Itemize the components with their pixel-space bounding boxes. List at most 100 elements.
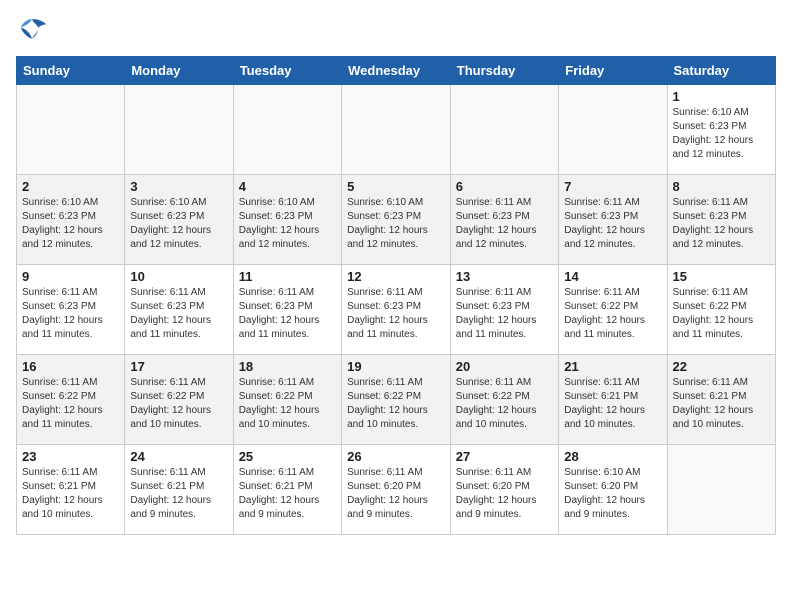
- day-number: 17: [130, 359, 227, 374]
- day-info: Sunrise: 6:11 AM Sunset: 6:23 PM Dayligh…: [130, 286, 227, 342]
- day-info: Sunrise: 6:11 AM Sunset: 6:21 PM Dayligh…: [130, 466, 227, 522]
- calendar-day-cell: 26 Sunrise: 6:11 AM Sunset: 6:20 PM Dayli…: [342, 445, 451, 535]
- calendar-week-row: 9 Sunrise: 6:11 AM Sunset: 6:23 PM Daylig…: [17, 265, 776, 355]
- calendar-day-cell: 20Sunrise: 6:11 AM Sunset: 6:22 PM Dayli…: [450, 355, 558, 445]
- day-info: Sunrise: 6:10 AM Sunset: 6:23 PM Dayligh…: [239, 196, 336, 252]
- day-number: 2: [22, 179, 119, 194]
- day-info: Sunrise: 6:11 AM Sunset: 6:22 PM Dayligh…: [347, 376, 445, 432]
- day-number: 7: [564, 179, 661, 194]
- day-info: Sunrise: 6:11 AM Sunset: 6:23 PM Dayligh…: [22, 286, 119, 342]
- day-number: 9: [22, 269, 119, 284]
- day-info: Sunrise: 6:11 AM Sunset: 6:22 PM Dayligh…: [564, 286, 661, 342]
- day-number: 18: [239, 359, 336, 374]
- day-info: Sunrise: 6:11 AM Sunset: 6:22 PM Dayligh…: [673, 286, 771, 342]
- weekday-header-tuesday: Tuesday: [233, 57, 341, 85]
- weekday-header-row: SundayMondayTuesdayWednesdayThursdayFrid…: [17, 57, 776, 85]
- calendar-day-cell: 7 Sunrise: 6:11 AM Sunset: 6:23 PM Daylig…: [559, 175, 667, 265]
- calendar-day-cell: 16Sunrise: 6:11 AM Sunset: 6:22 PM Dayli…: [17, 355, 125, 445]
- calendar-day-cell: 10 Sunrise: 6:11 AM Sunset: 6:23 PM Dayli…: [125, 265, 233, 355]
- day-number: 8: [673, 179, 771, 194]
- day-info: Sunrise: 6:10 AM Sunset: 6:23 PM Dayligh…: [130, 196, 227, 252]
- day-info: Sunrise: 6:11 AM Sunset: 6:23 PM Dayligh…: [564, 196, 661, 252]
- calendar-day-cell: [125, 85, 233, 175]
- day-number: 6: [456, 179, 553, 194]
- day-number: 1: [673, 89, 771, 104]
- day-number: 19: [347, 359, 445, 374]
- day-info: Sunrise: 6:11 AM Sunset: 6:21 PM Dayligh…: [239, 466, 336, 522]
- day-info: Sunrise: 6:11 AM Sunset: 6:22 PM Dayligh…: [456, 376, 553, 432]
- calendar-week-row: 16Sunrise: 6:11 AM Sunset: 6:22 PM Dayli…: [17, 355, 776, 445]
- weekday-header-saturday: Saturday: [667, 57, 776, 85]
- day-number: 10: [130, 269, 227, 284]
- day-info: Sunrise: 6:10 AM Sunset: 6:20 PM Dayligh…: [564, 466, 661, 522]
- calendar-day-cell: 2 Sunrise: 6:10 AM Sunset: 6:23 PM Daylig…: [17, 175, 125, 265]
- calendar-day-cell: 9 Sunrise: 6:11 AM Sunset: 6:23 PM Daylig…: [17, 265, 125, 355]
- calendar-day-cell: 12 Sunrise: 6:11 AM Sunset: 6:23 PM Dayli…: [342, 265, 451, 355]
- calendar-day-cell: [342, 85, 451, 175]
- day-info: Sunrise: 6:10 AM Sunset: 6:23 PM Dayligh…: [673, 106, 771, 162]
- calendar-day-cell: 15 Sunrise: 6:11 AM Sunset: 6:22 PM Dayli…: [667, 265, 776, 355]
- day-info: Sunrise: 6:11 AM Sunset: 6:23 PM Dayligh…: [456, 286, 553, 342]
- day-info: Sunrise: 6:10 AM Sunset: 6:23 PM Dayligh…: [22, 196, 119, 252]
- calendar-day-cell: 3 Sunrise: 6:10 AM Sunset: 6:23 PM Daylig…: [125, 175, 233, 265]
- day-info: Sunrise: 6:11 AM Sunset: 6:20 PM Dayligh…: [347, 466, 445, 522]
- logo-icon: [16, 16, 48, 44]
- day-info: Sunrise: 6:11 AM Sunset: 6:22 PM Dayligh…: [239, 376, 336, 432]
- calendar-day-cell: [233, 85, 341, 175]
- calendar-day-cell: [17, 85, 125, 175]
- day-info: Sunrise: 6:11 AM Sunset: 6:21 PM Dayligh…: [564, 376, 661, 432]
- day-number: 12: [347, 269, 445, 284]
- day-number: 13: [456, 269, 553, 284]
- calendar-day-cell: 22Sunrise: 6:11 AM Sunset: 6:21 PM Dayli…: [667, 355, 776, 445]
- day-number: 21: [564, 359, 661, 374]
- calendar-day-cell: 17 Sunrise: 6:11 AM Sunset: 6:22 PM Dayli…: [125, 355, 233, 445]
- calendar-day-cell: [667, 445, 776, 535]
- day-info: Sunrise: 6:11 AM Sunset: 6:22 PM Dayligh…: [130, 376, 227, 432]
- day-number: 4: [239, 179, 336, 194]
- calendar-week-row: 23 Sunrise: 6:11 AM Sunset: 6:21 PM Dayli…: [17, 445, 776, 535]
- day-number: 23: [22, 449, 119, 464]
- weekday-header-sunday: Sunday: [17, 57, 125, 85]
- calendar-day-cell: 19 Sunrise: 6:11 AM Sunset: 6:22 PM Dayli…: [342, 355, 451, 445]
- calendar-week-row: 1 Sunrise: 6:10 AM Sunset: 6:23 PM Daylig…: [17, 85, 776, 175]
- day-info: Sunrise: 6:11 AM Sunset: 6:23 PM Dayligh…: [347, 286, 445, 342]
- day-number: 25: [239, 449, 336, 464]
- logo: [16, 16, 50, 44]
- day-number: 27: [456, 449, 553, 464]
- day-info: Sunrise: 6:11 AM Sunset: 6:21 PM Dayligh…: [673, 376, 771, 432]
- calendar-day-cell: [559, 85, 667, 175]
- calendar-day-cell: 27 Sunrise: 6:11 AM Sunset: 6:20 PM Dayli…: [450, 445, 558, 535]
- weekday-header-wednesday: Wednesday: [342, 57, 451, 85]
- day-number: 3: [130, 179, 227, 194]
- calendar-day-cell: 18 Sunrise: 6:11 AM Sunset: 6:22 PM Dayli…: [233, 355, 341, 445]
- calendar-day-cell: 21 Sunrise: 6:11 AM Sunset: 6:21 PM Dayli…: [559, 355, 667, 445]
- calendar-day-cell: 13 Sunrise: 6:11 AM Sunset: 6:23 PM Dayli…: [450, 265, 558, 355]
- day-info: Sunrise: 6:11 AM Sunset: 6:20 PM Dayligh…: [456, 466, 553, 522]
- calendar-day-cell: 23 Sunrise: 6:11 AM Sunset: 6:21 PM Dayli…: [17, 445, 125, 535]
- calendar-day-cell: 8 Sunrise: 6:11 AM Sunset: 6:23 PM Daylig…: [667, 175, 776, 265]
- day-number: 5: [347, 179, 445, 194]
- calendar-day-cell: 5 Sunrise: 6:10 AM Sunset: 6:23 PM Daylig…: [342, 175, 451, 265]
- calendar-week-row: 2 Sunrise: 6:10 AM Sunset: 6:23 PM Daylig…: [17, 175, 776, 265]
- day-number: 26: [347, 449, 445, 464]
- calendar-day-cell: 6Sunrise: 6:11 AM Sunset: 6:23 PM Daylig…: [450, 175, 558, 265]
- day-info: Sunrise: 6:11 AM Sunset: 6:21 PM Dayligh…: [22, 466, 119, 522]
- calendar-day-cell: 1 Sunrise: 6:10 AM Sunset: 6:23 PM Daylig…: [667, 85, 776, 175]
- day-info: Sunrise: 6:11 AM Sunset: 6:23 PM Dayligh…: [673, 196, 771, 252]
- calendar-day-cell: 24 Sunrise: 6:11 AM Sunset: 6:21 PM Dayli…: [125, 445, 233, 535]
- weekday-header-thursday: Thursday: [450, 57, 558, 85]
- calendar-day-cell: [450, 85, 558, 175]
- day-info: Sunrise: 6:11 AM Sunset: 6:22 PM Dayligh…: [22, 376, 119, 432]
- calendar-day-cell: 11Sunrise: 6:11 AM Sunset: 6:23 PM Dayli…: [233, 265, 341, 355]
- day-number: 24: [130, 449, 227, 464]
- day-number: 11: [239, 269, 336, 284]
- calendar-day-cell: 4 Sunrise: 6:10 AM Sunset: 6:23 PM Daylig…: [233, 175, 341, 265]
- calendar-table: SundayMondayTuesdayWednesdayThursdayFrid…: [16, 56, 776, 535]
- day-info: Sunrise: 6:10 AM Sunset: 6:23 PM Dayligh…: [347, 196, 445, 252]
- weekday-header-friday: Friday: [559, 57, 667, 85]
- day-number: 15: [673, 269, 771, 284]
- calendar-day-cell: 25 Sunrise: 6:11 AM Sunset: 6:21 PM Dayli…: [233, 445, 341, 535]
- weekday-header-monday: Monday: [125, 57, 233, 85]
- calendar-day-cell: 14Sunrise: 6:11 AM Sunset: 6:22 PM Dayli…: [559, 265, 667, 355]
- page-header: [16, 16, 776, 44]
